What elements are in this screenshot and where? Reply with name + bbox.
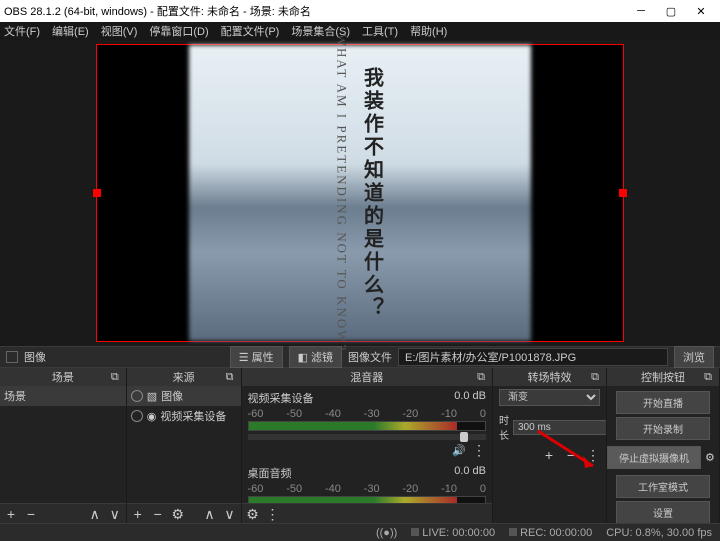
mixer-panel: 混音器⧉ 视频采集设备0.0 dB -60-50-40-30-20-100 🔊⋮… (242, 368, 493, 523)
source-settings-button[interactable]: ⚙ (171, 507, 185, 521)
statusbar: ((●)) LIVE: 00:00:00 REC: 00:00:00 CPU: … (0, 523, 720, 541)
image-icon: ▧ (147, 390, 157, 403)
scene-down-button[interactable]: ∨ (108, 507, 122, 521)
status-live: LIVE: 00:00:00 (411, 527, 495, 539)
properties-button[interactable]: ☰属性 (230, 346, 283, 368)
undock-icon[interactable]: ⧉ (108, 370, 122, 384)
preview-area[interactable]: WHAT AM I PRETENDING NOT TO KNOW? 我装作不知道… (0, 40, 720, 346)
status-cpu: CPU: 0.8%, 30.00 fps (606, 527, 712, 539)
sources-header: 来源⧉ (127, 368, 241, 386)
remove-transition-button[interactable]: − (564, 448, 578, 462)
resize-handle-left[interactable] (93, 189, 101, 197)
broadcast-icon: ((●)) (376, 527, 397, 539)
mixer-scale: -60-50-40-30-20-100 (248, 408, 486, 420)
controls-body: 开始直播 开始录制 停止虚拟摄像机 ⚙ 工作室模式 设置 退出 (607, 386, 719, 523)
menu-help[interactable]: 帮助(H) (410, 23, 447, 39)
resize-handle-right[interactable] (619, 189, 627, 197)
window-title: OBS 28.1.2 (64-bit, windows) - 配置文件: 未命名… (4, 3, 626, 19)
add-scene-button[interactable]: + (4, 507, 18, 521)
source-up-button[interactable]: ∧ (203, 507, 217, 521)
mixer-channel-desktop: 桌面音频0.0 dB -60-50-40-30-20-100 🔊⋮ (242, 461, 492, 503)
mixer-footer: ⚙ ⋮ (242, 503, 492, 523)
transitions-panel: 转场特效⧉ 渐变 时长 + − ⋮ (493, 368, 607, 523)
source-item-capture[interactable]: ◉视频采集设备 (127, 406, 241, 426)
preview-canvas[interactable]: WHAT AM I PRETENDING NOT TO KNOW? 我装作不知道… (96, 44, 624, 342)
sliders-icon: ☰ (239, 351, 249, 364)
transitions-body: 渐变 时长 + − ⋮ (493, 386, 606, 523)
undock-icon[interactable]: ⧉ (223, 370, 237, 384)
settings-button[interactable]: 设置 (616, 501, 710, 523)
source-visibility-toggle[interactable] (6, 351, 18, 363)
mixer-body: 视频采集设备0.0 dB -60-50-40-30-20-100 🔊⋮ 桌面音频… (242, 386, 492, 503)
stop-virtual-cam-button[interactable]: 停止虚拟摄像机 (607, 446, 701, 469)
preview-text-overlay: WHAT AM I PRETENDING NOT TO KNOW? 我装作不知道… (334, 34, 387, 353)
camera-icon: ◉ (147, 410, 157, 423)
source-item-image[interactable]: ▧图像 (127, 386, 241, 406)
undock-icon[interactable]: ⧉ (701, 370, 715, 384)
sources-footer: + − ⚙ ∧ ∨ (127, 503, 241, 523)
studio-mode-button[interactable]: 工作室模式 (616, 475, 710, 498)
scenes-list[interactable]: 场景 (0, 386, 126, 503)
menu-dock[interactable]: 停靠窗口(D) (149, 23, 208, 39)
scenes-footer: + − ∧ ∨ (0, 503, 126, 523)
sources-panel: 来源⧉ ▧图像 ◉视频采集设备 + − ⚙ ∧ ∨ (127, 368, 242, 523)
undock-icon[interactable]: ⧉ (474, 370, 488, 384)
dock-panels: 场景⧉ 场景 + − ∧ ∨ 来源⧉ ▧图像 ◉视频采集设备 + − ⚙ ∧ ∨… (0, 368, 720, 523)
speaker-icon[interactable]: 🔊 (452, 444, 466, 457)
mixer-header: 混音器⧉ (242, 368, 492, 386)
eye-icon[interactable] (131, 390, 143, 402)
vu-meter (248, 421, 486, 431)
scene-item[interactable]: 场景 (0, 386, 126, 406)
transition-type-select[interactable]: 渐变 (499, 389, 600, 406)
menu-file[interactable]: 文件(F) (4, 23, 40, 39)
start-recording-button[interactable]: 开始录制 (616, 417, 710, 440)
remove-scene-button[interactable]: − (24, 507, 38, 521)
overlay-text-en: WHAT AM I PRETENDING NOT TO KNOW? (334, 34, 350, 353)
scenes-header: 场景⧉ (0, 368, 126, 386)
minimize-button[interactable]: ─ (626, 0, 656, 22)
undock-icon[interactable]: ⧉ (588, 370, 602, 384)
add-source-button[interactable]: + (131, 507, 145, 521)
menu-edit[interactable]: 编辑(E) (52, 23, 89, 39)
mixer-menu-button[interactable]: ⋮ (266, 507, 280, 521)
add-transition-button[interactable]: + (542, 448, 556, 462)
menu-view[interactable]: 视图(V) (101, 23, 138, 39)
vu-meter (248, 496, 486, 503)
channel-menu-icon[interactable]: ⋮ (472, 443, 486, 457)
remove-source-button[interactable]: − (151, 507, 165, 521)
close-button[interactable]: ✕ (686, 0, 716, 22)
transitions-header: 转场特效⧉ (493, 368, 606, 386)
menu-profile[interactable]: 配置文件(P) (221, 23, 280, 39)
source-down-button[interactable]: ∨ (223, 507, 237, 521)
browse-button[interactable]: 浏览 (674, 346, 714, 368)
eye-icon[interactable] (131, 410, 143, 422)
filter-icon: ◧ (298, 351, 308, 364)
sources-list[interactable]: ▧图像 ◉视频采集设备 (127, 386, 241, 503)
source-name-label: 图像 (24, 349, 46, 365)
scenes-panel: 场景⧉ 场景 + − ∧ ∨ (0, 368, 127, 523)
start-streaming-button[interactable]: 开始直播 (616, 391, 710, 414)
controls-panel: 控制按钮⧉ 开始直播 开始录制 停止虚拟摄像机 ⚙ 工作室模式 设置 退出 (607, 368, 720, 523)
mixer-scale: -60-50-40-30-20-100 (248, 483, 486, 495)
titlebar: OBS 28.1.2 (64-bit, windows) - 配置文件: 未命名… (0, 0, 720, 22)
mixer-channel-capture: 视频采集设备0.0 dB -60-50-40-30-20-100 🔊⋮ (242, 386, 492, 461)
overlay-text-cn: 我装作不知道的是什么？ (358, 34, 387, 353)
duration-label: 时长 (499, 412, 509, 442)
duration-input[interactable] (513, 420, 606, 435)
status-rec: REC: 00:00:00 (509, 527, 592, 539)
virtual-cam-settings-icon[interactable]: ⚙ (705, 451, 719, 465)
maximize-button[interactable]: ▢ (656, 0, 686, 22)
image-path-input[interactable] (398, 348, 668, 366)
controls-header: 控制按钮⧉ (607, 368, 719, 386)
volume-slider[interactable] (248, 434, 486, 440)
scene-up-button[interactable]: ∧ (88, 507, 102, 521)
transition-menu-button[interactable]: ⋮ (586, 448, 600, 462)
mixer-settings-button[interactable]: ⚙ (246, 507, 260, 521)
